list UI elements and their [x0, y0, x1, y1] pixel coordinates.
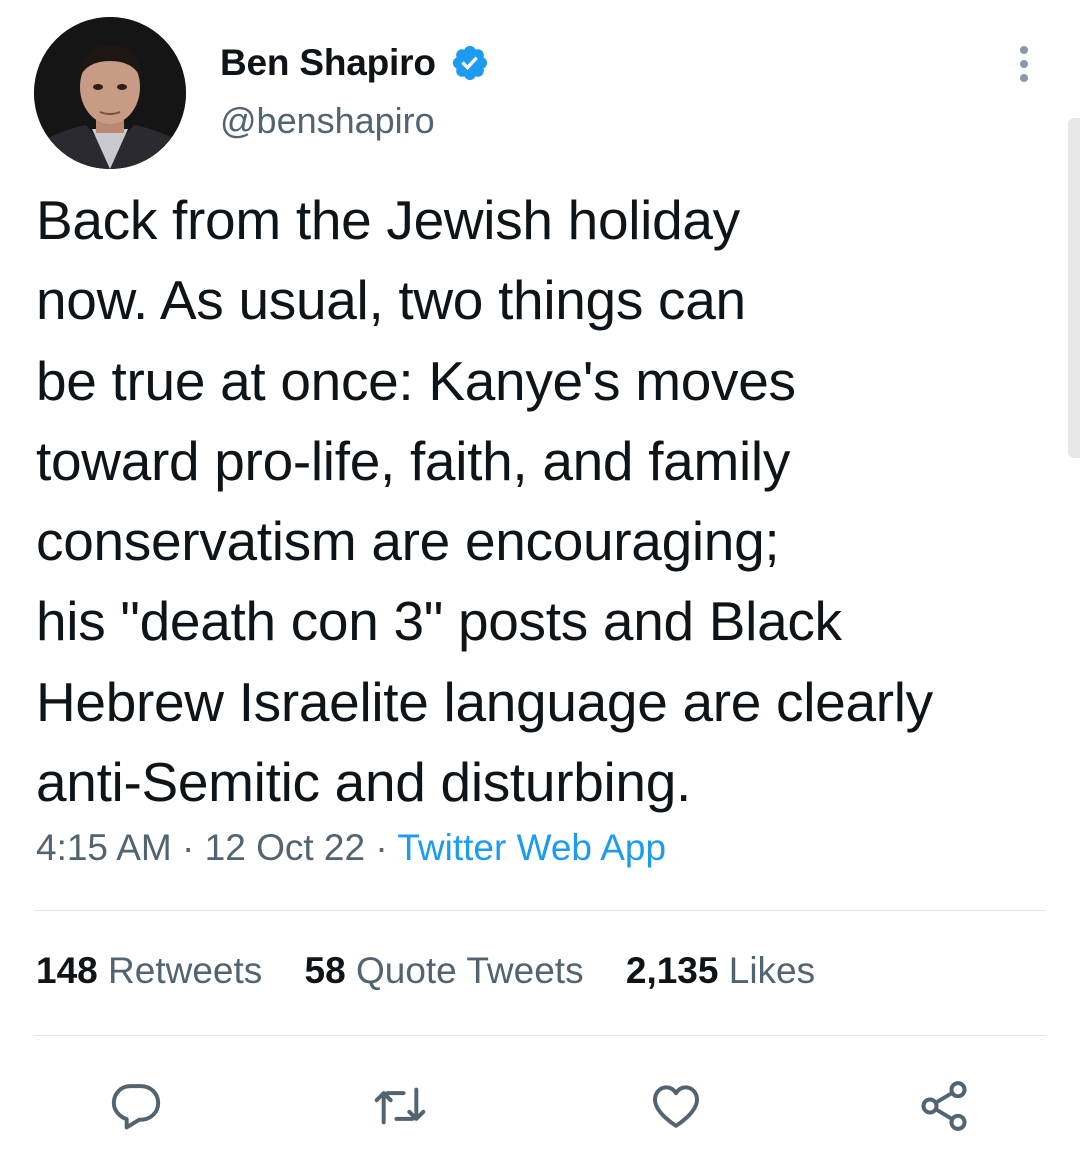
meta-separator: ·: [375, 827, 388, 868]
share-icon[interactable]: [916, 1078, 972, 1134]
tweet-meta: 4:15 AM · 12 Oct 22 · Twitter Web App: [36, 827, 666, 869]
retweets-count: 148: [36, 950, 98, 991]
scrollbar[interactable]: [1068, 118, 1080, 458]
divider: [34, 910, 1046, 911]
handle[interactable]: @benshapiro: [220, 100, 490, 142]
retweet-icon[interactable]: [372, 1078, 428, 1134]
tweet-source-link[interactable]: Twitter Web App: [397, 827, 666, 868]
author-block[interactable]: Ben Shapiro @benshapiro: [220, 38, 490, 142]
quote-tweets-count: 58: [304, 950, 346, 991]
heart-icon[interactable]: [648, 1078, 704, 1134]
retweets-stat[interactable]: 148 Retweets: [36, 950, 262, 991]
reply-icon[interactable]: [108, 1078, 164, 1134]
retweets-label: Retweets: [108, 950, 263, 991]
tweet: Ben Shapiro @benshapiro Back from the Je…: [0, 0, 1080, 1164]
display-name[interactable]: Ben Shapiro: [220, 42, 436, 84]
likes-label: Likes: [728, 950, 816, 991]
verified-badge-icon: [450, 43, 490, 83]
quote-tweets-stat[interactable]: 58 Quote Tweets: [305, 950, 584, 991]
tweet-text: Back from the Jewish holiday now. As usu…: [36, 189, 933, 814]
more-vertical-icon[interactable]: [1014, 44, 1034, 84]
name-row: Ben Shapiro: [220, 38, 490, 88]
divider: [34, 1035, 1046, 1036]
likes-stat[interactable]: 2,135 Likes: [626, 950, 815, 991]
quote-tweets-label: Quote Tweets: [355, 950, 584, 991]
meta-separator: ·: [182, 827, 195, 868]
tweet-time[interactable]: 4:15 AM: [36, 827, 172, 868]
likes-count: 2,135: [625, 950, 719, 991]
avatar[interactable]: [34, 17, 186, 169]
tweet-date[interactable]: 12 Oct 22: [205, 827, 365, 868]
tweet-stats: 148 Retweets 58 Quote Tweets 2,135 Likes: [36, 950, 847, 992]
